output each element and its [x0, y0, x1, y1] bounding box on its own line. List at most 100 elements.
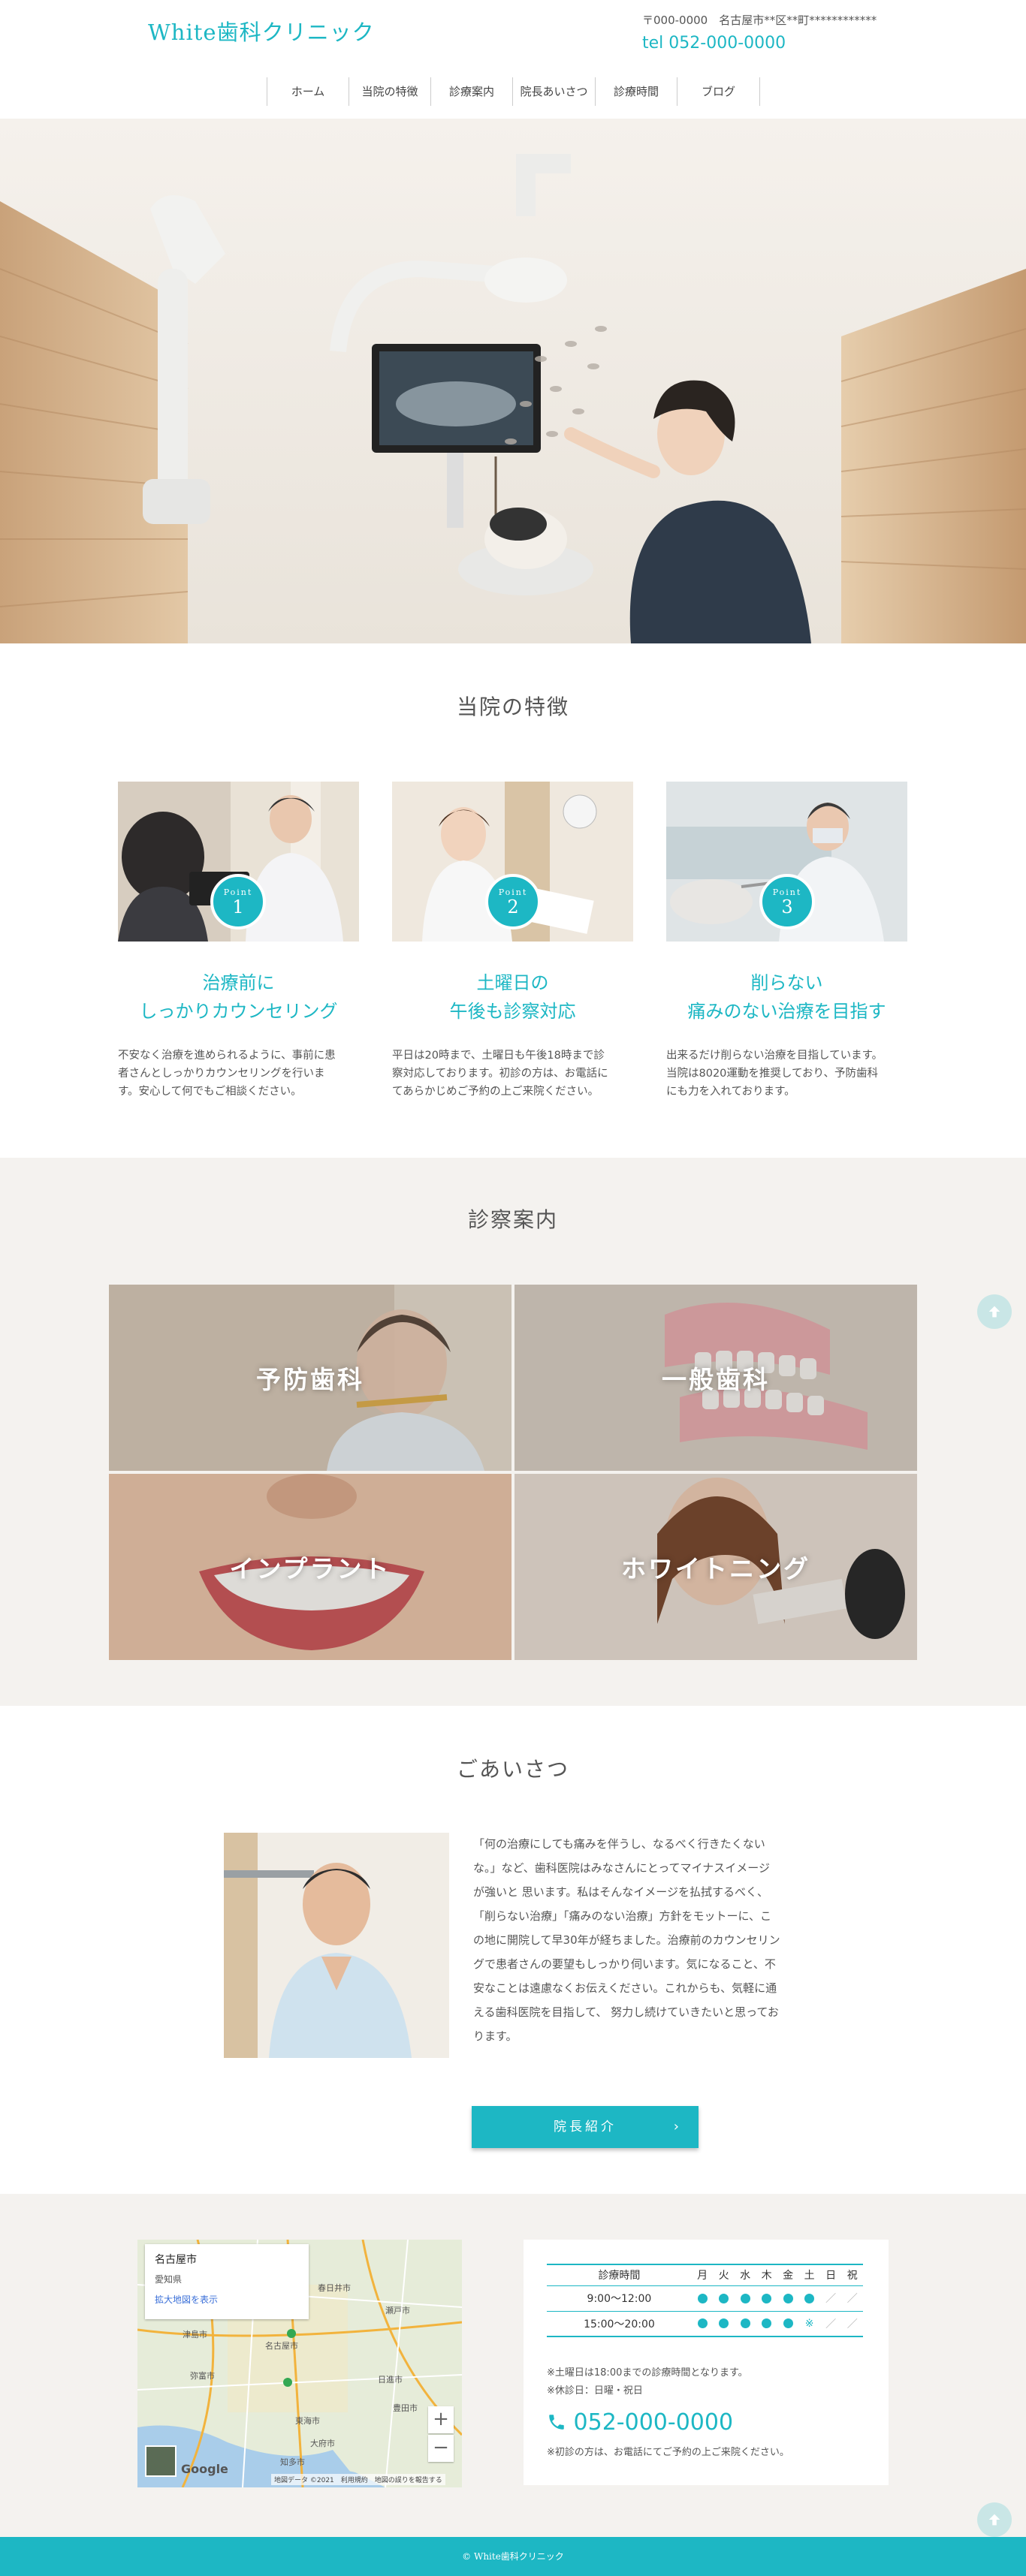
satellite-toggle[interactable] [145, 2445, 177, 2477]
hours-table: 診療時間 月 火 水 木 金 土 日 祝 9:00〜12:00 ／／ 15:00〜2… [547, 2264, 863, 2337]
svg-text:東海市: 東海市 [295, 2415, 320, 2426]
point-number: 2 [507, 896, 519, 917]
services-title: 診察案内 [467, 1207, 558, 1232]
hours-row: 9:00〜12:00 ／／ [547, 2285, 863, 2312]
open-mark-icon [756, 2285, 777, 2312]
nav-hours[interactable]: 診療時間 [596, 77, 677, 106]
google-map[interactable]: 春日井市 瀬戸市 津島市 日進市 豊田市 弥富市 東海市 大府市 知多市 名古屋市 名古屋市… [137, 2240, 462, 2487]
hours-col-day: 木 [756, 2264, 777, 2286]
features-title: 当院の特徴 [456, 694, 569, 719]
nav-features[interactable]: 当院の特徴 [349, 77, 431, 106]
hours-time: 9:00〜12:00 [547, 2285, 692, 2312]
feature-title-line: 治療前に [202, 972, 275, 993]
map-place-name: 名古屋市 [155, 2254, 197, 2266]
phone-number[interactable]: 052-000-0000 [547, 2409, 733, 2436]
header-tel[interactable]: tel 052-000-0000 [642, 34, 877, 53]
closed-mark-icon: ／ [841, 2311, 863, 2337]
open-mark-icon [777, 2285, 799, 2312]
arrow-up-icon [988, 1306, 1000, 1318]
hours-note-first-visit: ※初診の方は、お電話にてご予約の上ご来院ください。 [547, 2447, 789, 2458]
feature-text-3: 出来るだけ削らない治療を目指しています。 当院は8020運動を推奨しており、予防… [666, 1047, 914, 1101]
closed-mark-icon: ／ [841, 2285, 863, 2312]
open-mark-icon [756, 2311, 777, 2337]
hours-time: 15:00〜20:00 [547, 2311, 692, 2337]
feature-text-1: 不安なく治療を進められるように、事前に患 者さんとしっかりカウンセリングを行いま… [118, 1047, 366, 1101]
greeting-line: える歯科医院を目指して、 努力し続けていきたいと思ってお [473, 2005, 779, 2019]
director-portrait [224, 1833, 449, 2058]
service-tile-implant[interactable]: インプラント [109, 1474, 511, 1660]
scroll-top-button[interactable] [977, 1294, 1012, 1329]
nav-greeting[interactable]: 院長あいさつ [513, 77, 596, 106]
feature-title-line: 午後も診察対応 [449, 1001, 576, 1022]
hours-col-day: 水 [734, 2264, 756, 2286]
feature-text-line: てあらかじめご予約の上ご来院ください。 [392, 1086, 599, 1098]
feature-title-3: 削らない 痛みのない治療を目指す [666, 969, 907, 1026]
greeting-line: 「削らない治療」「痛みのない治療」方針をモットーに、こ [473, 1909, 772, 1923]
feature-text-line: にも力を入れております。 [666, 1086, 795, 1098]
site-logo[interactable]: White歯科クリニック [148, 15, 375, 47]
svg-text:日進市: 日進市 [378, 2374, 403, 2385]
greeting-line: が強いと 思います。私はそんなイメージを払拭するべく、 [473, 1885, 768, 1899]
hours-col-day: 祝 [841, 2264, 863, 2286]
service-label: 予防歯科 [256, 1365, 364, 1394]
feature-text-line: す。安心して何でもご相談ください。 [118, 1086, 302, 1098]
point-badge-2: Point 2 [485, 874, 541, 929]
greeting-line: 安なことは遠慮なくお伝えください。これからも、気軽に通 [473, 1981, 777, 1995]
feature-text-line: 出来るだけ削らない治療を目指しています。 [666, 1050, 883, 1062]
chevron-right-icon: › [673, 2119, 682, 2135]
point-badge-1: Point 1 [210, 874, 266, 929]
nav-blog[interactable]: ブログ [677, 77, 760, 106]
hours-col-day: 月 [691, 2264, 714, 2286]
hero-dental-room-illustration [0, 119, 1026, 643]
feature-title-1: 治療前に しっかりカウンセリング [118, 969, 359, 1026]
service-tile-preventive[interactable]: 予防歯科 [109, 1285, 511, 1471]
service-tile-general[interactable]: 一般歯科 [515, 1285, 917, 1471]
svg-text:知多市: 知多市 [280, 2457, 305, 2467]
hours-col-time: 診療時間 [547, 2264, 692, 2286]
site-footer: © White歯科クリニック [0, 2537, 1026, 2576]
feature-text-line: 当院は8020運動を推奨しており、予防歯科 [666, 1068, 878, 1080]
hero-image [0, 119, 1026, 643]
nav-home[interactable]: ホーム [267, 77, 349, 106]
map-credit[interactable]: 地図データ ©2021 利用規約 地図の誤りを報告する [271, 2474, 445, 2485]
greeting-line: 「何の治療にしても痛みを伴うし、なるべく行きたくない [473, 1837, 765, 1851]
map-info-card: 名古屋市 愛知県 拡大地図を表示 [145, 2244, 309, 2319]
phone-number-text: 052-000-0000 [573, 2409, 734, 2436]
hours-row: 15:00〜20:00 ※ ／／ [547, 2311, 863, 2337]
open-mark-icon [713, 2285, 735, 2312]
hours-note-closed: ※休診日：日曜・祝日 [547, 2385, 643, 2397]
service-label: インプラント [229, 1554, 391, 1583]
greeting-text: 「何の治療にしても痛みを伴うし、なるべく行きたくない な。」など、歯科医院はみな… [473, 1832, 798, 2048]
director-photo [224, 1833, 449, 2058]
hours-panel: 診療時間 月 火 水 木 金 土 日 祝 9:00〜12:00 ／／ 15:00〜2… [524, 2240, 889, 2485]
feature-title-line: 痛みのない治療を目指す [687, 1001, 886, 1022]
feature-title-line: しっかりカウンセリング [139, 1001, 338, 1022]
hours-header-row: 診療時間 月 火 水 木 金 土 日 祝 [547, 2264, 863, 2286]
zoom-out-button[interactable]: − [428, 2435, 454, 2462]
point-badge-3: Point 3 [759, 874, 815, 929]
nav-services[interactable]: 診療案内 [431, 77, 513, 106]
service-label: ホワイトニング [621, 1554, 810, 1583]
svg-text:弥富市: 弥富市 [190, 2370, 215, 2381]
svg-text:名古屋市: 名古屋市 [265, 2340, 298, 2351]
point-number: 1 [232, 896, 244, 917]
feature-title-line: 土曜日の [476, 972, 549, 993]
open-mark-icon [713, 2311, 735, 2337]
service-tile-whitening[interactable]: ホワイトニング [515, 1474, 917, 1660]
director-profile-button[interactable]: 院長紹介 › [472, 2106, 699, 2148]
button-label: 院長紹介 [554, 2120, 617, 2135]
zoom-in-button[interactable]: + [428, 2406, 454, 2433]
header-address: 〒000-0000 名古屋市**区**町************ [642, 14, 877, 27]
feature-text-2: 平日は20時まで、土曜日も午後18時まで診 察対応しております。初診の方は、お電… [392, 1047, 640, 1101]
closed-mark-icon: ／ [819, 2285, 842, 2312]
greeting-line: な。」など、歯科医院はみなさんにとってマイナスイメージ [473, 1861, 770, 1875]
hours-col-day: 金 [777, 2264, 799, 2286]
feature-text-line: 平日は20時まで、土曜日も午後18時まで診 [392, 1050, 605, 1062]
feature-title-line: 削らない [750, 972, 823, 993]
greeting-line: グで患者さんの要望もしっかり伺います。気になること、不 [473, 1957, 776, 1971]
service-label: 一般歯科 [662, 1365, 770, 1394]
site-header: White歯科クリニック 〒000-0000 名古屋市**区**町*******… [0, 0, 1026, 119]
feature-text-line: 察対応しております。初診の方は、お電話に [392, 1068, 608, 1080]
map-enlarge-link[interactable]: 拡大地図を表示 [155, 2293, 299, 2306]
scroll-top-button[interactable] [977, 2502, 1012, 2537]
